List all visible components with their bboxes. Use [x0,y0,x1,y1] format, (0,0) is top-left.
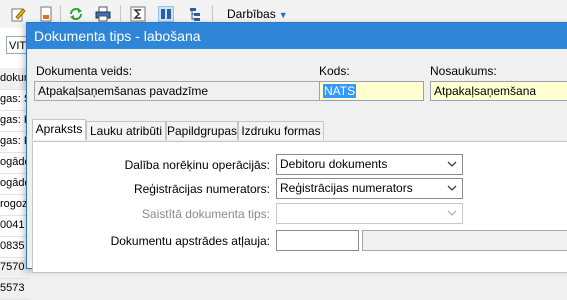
settlement-label: Dalība norēķinu operācijās: [124,158,270,172]
chevron-down-icon [447,161,457,167]
name-label: Nosaukums: [430,64,497,78]
chevron-down-icon [447,210,457,216]
actions-menu[interactable]: Darbības ▼ [227,7,288,21]
numerator-label: Reģistrācijas numerators: [133,182,270,196]
permission-name-field [362,230,567,251]
settlement-select[interactable]: Debitoru dokuments [276,154,463,175]
tab-lauku-atributi[interactable]: Lauku atribūti [86,121,166,140]
doc-type-field: Atpakaļsaņemšanas pavadzīme [34,81,338,101]
edit-icon[interactable] [10,6,26,22]
background-list-row[interactable]: 5573 [0,278,30,300]
actions-menu-label: Darbības [227,7,276,21]
chevron-down-icon [447,185,457,191]
permission-code-field[interactable] [276,230,359,251]
permission-label: Dokumentu apstrādes atļauja: [110,234,270,248]
sum-icon[interactable] [130,6,146,22]
linked-doc-type-label: Saistītā dokumenta tips: [141,207,270,221]
tab-apraksts[interactable]: Apraksts [32,119,86,140]
code-label: Kods: [319,64,350,78]
refresh-icon[interactable] [68,6,84,22]
linked-doc-type-select [276,203,463,224]
document-icon[interactable] [38,6,54,22]
description-panel: Dalība norēķinu operācijās: Debitoru dok… [32,141,567,273]
grid-view-icon[interactable] [158,6,174,22]
dialog-title: Dokumenta tips - labošana [27,23,567,49]
document-type-dialog: Dokumenta tips - labošana Dokumenta veid… [26,22,567,273]
tab-papildgrupas[interactable]: Papildgrupas [166,121,238,140]
code-value: NATS [323,84,357,98]
name-field[interactable]: Atpakaļsaņemšana [430,81,567,101]
numerator-value: Reģistrācijas numerators [280,181,413,195]
code-field[interactable]: NATS [319,81,424,101]
tab-izdruku-formas[interactable]: Izdruku formas [238,121,324,140]
print-icon[interactable] [95,6,111,22]
doc-type-label: Dokumenta veids: [36,64,133,78]
settlement-value: Debitoru dokuments [280,157,388,171]
tree-view-icon[interactable] [188,6,204,22]
numerator-select[interactable]: Reģistrācijas numerators [276,178,463,199]
chevron-down-icon: ▼ [278,10,288,20]
